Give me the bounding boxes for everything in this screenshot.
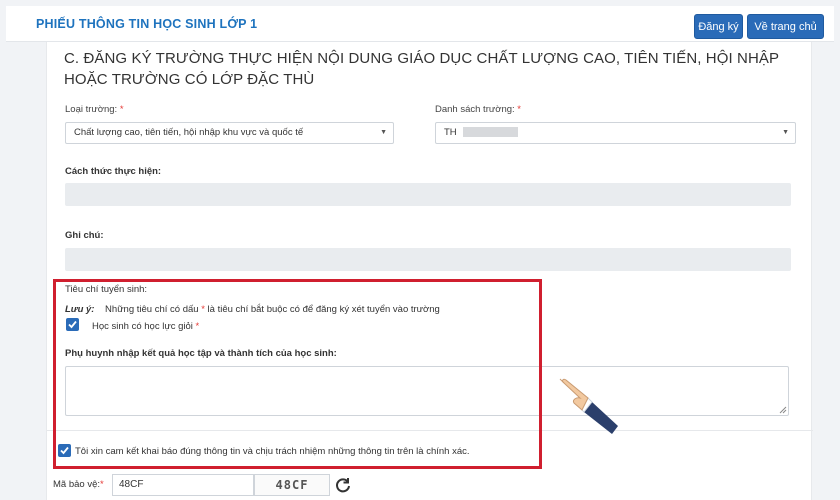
- app-title: PHIẾU THÔNG TIN HỌC SINH LỚP 1: [36, 17, 258, 31]
- method-field: [65, 183, 791, 206]
- note-label: Ghi chú:: [65, 230, 104, 241]
- redacted-school-name: [463, 127, 519, 138]
- note-field: [65, 248, 791, 271]
- home-button[interactable]: Về trang chủ: [747, 14, 824, 39]
- chevron-down-icon: ▼: [380, 129, 387, 136]
- school-list-label-text: Danh sách trường:: [435, 104, 515, 115]
- school-list-select[interactable]: TH ▼: [435, 122, 796, 144]
- refresh-icon[interactable]: [334, 476, 352, 494]
- school-type-label: Loại trường: *: [65, 104, 124, 115]
- captcha-input[interactable]: 48CF: [112, 474, 254, 496]
- method-label: Cách thức thực hiện:: [65, 166, 162, 177]
- chevron-down-icon: ▼: [782, 129, 789, 136]
- required-mark: *: [517, 104, 521, 115]
- school-list-value: TH: [444, 127, 457, 138]
- required-mark: *: [119, 104, 124, 115]
- section-title: C. ĐĂNG KÝ TRƯỜNG THỰC HIỆN NỘI DUNG GIÁ…: [64, 50, 779, 88]
- highlight-box: [53, 279, 542, 469]
- captcha-label: Mã bảo vệ:*: [53, 479, 104, 490]
- captcha-image: 48CF: [254, 474, 330, 496]
- pointing-hand-icon: [559, 378, 618, 434]
- top-bar: PHIẾU THÔNG TIN HỌC SINH LỚP 1 Đăng ký V…: [6, 6, 834, 42]
- school-type-select[interactable]: Chất lượng cao, tiên tiến, hội nhập khu …: [65, 122, 394, 144]
- school-list-label: Danh sách trường: *: [435, 104, 521, 115]
- required-mark: *: [100, 479, 104, 490]
- school-type-label-text: Loại trường:: [65, 104, 118, 115]
- school-type-value: Chất lượng cao, tiên tiến, hội nhập khu …: [74, 127, 304, 138]
- resize-handle-icon[interactable]: [779, 406, 787, 414]
- captcha-label-text: Mã bảo vệ:: [53, 479, 100, 490]
- register-button[interactable]: Đăng ký: [694, 14, 743, 39]
